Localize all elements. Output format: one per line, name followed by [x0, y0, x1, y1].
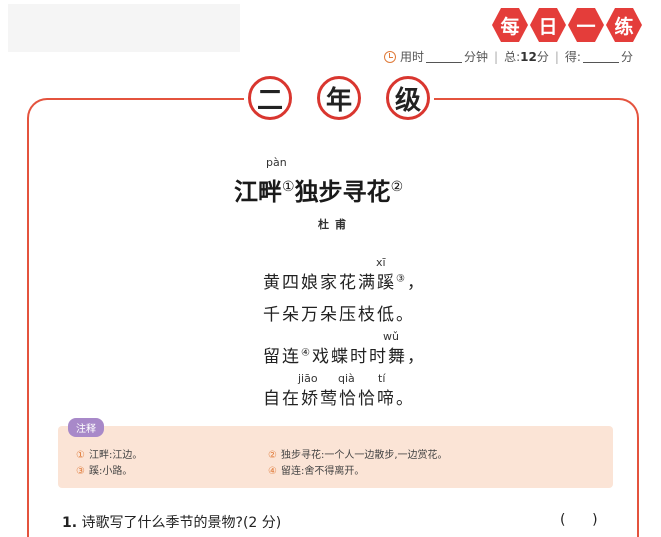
time-blank[interactable] [426, 51, 463, 63]
poem-author: 杜甫 [318, 218, 352, 231]
footnote-mark: ② [390, 179, 404, 195]
annotation-num: ② [268, 450, 277, 461]
annotation-num: ④ [268, 466, 277, 477]
score-stats: 用时 分钟 | 总: 12 分 | 得: 分 [384, 48, 633, 65]
badge-char: 练 [606, 8, 642, 42]
line-text: 黄四娘家花满蹊 [263, 273, 396, 293]
title-pinyin: pàn [266, 156, 287, 169]
annotation-box: 注释 ① 江畔:江边。 ② 独步寻花:一个人一边散步,一边赏花。 ③ 蹊:小路。 ④留… [58, 418, 613, 488]
poem-line: 自在娇莺恰恰啼。 [263, 384, 415, 409]
badge-char: 每 [492, 8, 528, 42]
line-text: 戏蝶时时舞， [311, 347, 426, 367]
total-score: 12 [520, 49, 537, 64]
footnote-mark: ① [282, 179, 295, 195]
score-blank[interactable] [582, 51, 619, 63]
annotation-text: 江畔:江边。 [88, 450, 143, 461]
grade-char: 年 [317, 76, 361, 120]
line-text: 千朵万朵压枝低。 [263, 305, 415, 325]
annotation-text: 留连:舍不得离开。 [280, 466, 365, 477]
poem-line: 黄四娘家花满蹊③， [263, 268, 426, 293]
score-unit: 分 [536, 50, 549, 64]
annotation-item: ② 独步寻花:一个人一边散步,一边赏花。 [268, 446, 448, 461]
daily-practice-badge: 每 日 一 练 [492, 8, 642, 42]
annotation-item: ④ 留连:舍不得离开。 [268, 462, 364, 477]
got-unit: 分 [620, 50, 633, 64]
line-end: ， [406, 273, 426, 293]
footnote-mark: ④ [301, 347, 312, 359]
minutes-label: 分钟 [464, 50, 489, 64]
grade-char: 二 [248, 76, 292, 120]
badge-char: 日 [530, 8, 566, 42]
question-text: 诗歌写了什么季节的景物?(2 分) [81, 515, 282, 531]
annotation-item: ③ 蹊:小路。 [76, 462, 132, 477]
time-label: 用时 [400, 50, 425, 64]
total-label: 总: [504, 50, 521, 64]
got-label: 得: [564, 50, 581, 64]
badge-char: 一 [568, 8, 604, 42]
annotation-text: 独步寻花:一个人一边散步,一边赏花。 [280, 450, 448, 461]
annotation-tag: 注释 [68, 418, 104, 437]
header-blank-area [8, 4, 240, 52]
poem-title: 江畔①独步寻花② [234, 172, 403, 207]
annotation-num: ① [76, 450, 85, 461]
answer-blank[interactable]: ( ) [560, 512, 598, 528]
grade-heading: 二 年 级 [244, 76, 434, 122]
title-part: 独步寻花 [294, 177, 391, 206]
title-part: 江畔 [234, 177, 282, 206]
poem-line: 留连④戏蝶时时舞， [263, 342, 426, 367]
clock-icon [384, 50, 396, 63]
poem-line: 千朵万朵压枝低。 [263, 300, 415, 325]
question-number: 1. [62, 515, 78, 531]
question-1: 1. 诗歌写了什么季节的景物?(2 分) [62, 512, 281, 532]
annotation-item: ① 江畔:江边。 [76, 446, 142, 461]
line-text: 自在娇莺恰恰啼。 [263, 389, 415, 409]
line-text: 留连 [263, 347, 301, 367]
divider: | [554, 49, 559, 64]
divider: | [494, 49, 499, 64]
grade-char: 级 [386, 76, 430, 120]
annotation-text: 蹊:小路。 [88, 466, 133, 477]
annotation-num: ③ [76, 466, 85, 477]
footnote-mark: ③ [396, 273, 407, 285]
